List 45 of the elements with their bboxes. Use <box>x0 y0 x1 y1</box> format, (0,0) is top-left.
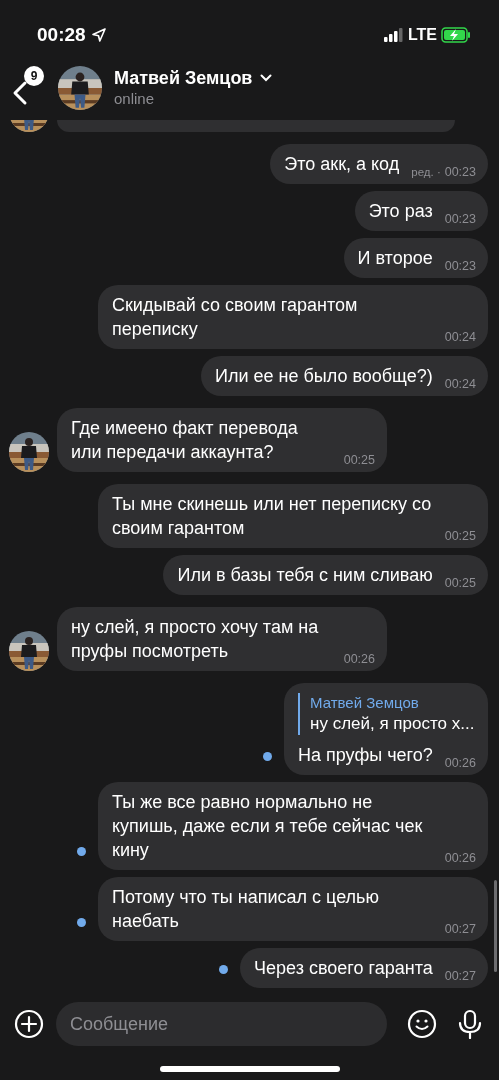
contact-name[interactable]: Матвей Земцов <box>114 67 253 89</box>
message-time: 00:26 <box>444 756 476 770</box>
message-time: 00:27 <box>444 969 476 983</box>
clock-time: 00:28 <box>37 22 86 47</box>
back-button[interactable]: 9 <box>10 66 46 110</box>
message-time: 00:23 <box>444 165 476 179</box>
message-text: ну слей, я просто хочу там на пруфы посмотреть <box>71 616 320 663</box>
message-time: 00:24 <box>444 377 476 391</box>
message-time: 00:26 <box>444 851 476 865</box>
location-arrow-icon <box>91 28 106 42</box>
microphone-button[interactable] <box>457 1009 483 1039</box>
back-icon[interactable] <box>12 80 28 106</box>
reply-author: Матвей Земцов <box>310 693 420 713</box>
message-time: 00:23 <box>444 212 476 226</box>
message-text: Или ее не было вообще?) <box>214 365 433 388</box>
chevron-down-icon[interactable] <box>260 74 273 82</box>
message-text: Или в базы тебя с ним сливаю <box>177 564 433 587</box>
message-text: Ты же все равно нормально не купишь, даже если я тебе сейчас чек кину <box>112 791 424 862</box>
unread-count-badge: 9 <box>24 66 44 86</box>
reply-text: ну слей, я просто х... <box>310 713 476 735</box>
attach-button[interactable] <box>14 1009 44 1039</box>
message-text: Скидывай со своим гарантом переписку <box>112 294 359 341</box>
message-text: Где имеено факт перевода или передачи аккаунта? <box>71 417 299 464</box>
online-status: online <box>114 89 156 109</box>
edited-label: ред. · <box>411 166 441 178</box>
message-text: И второе <box>357 247 433 270</box>
signal-icon <box>383 28 404 42</box>
message-time: 00:23 <box>444 259 476 273</box>
message-time: 00:25 <box>343 453 375 467</box>
reply-quote[interactable]: Матвей Земцов ну слей, я просто х... <box>298 693 476 735</box>
message-text: Это раз <box>368 200 433 223</box>
message-time: 00:27 <box>444 922 476 936</box>
network-label: LTE <box>407 25 437 45</box>
message-time: 00:25 <box>444 576 476 590</box>
message-text: Через своего гаранта <box>254 957 433 980</box>
message-time: 00:24 <box>444 330 476 344</box>
message-text: На пруфы чего? <box>298 744 433 767</box>
battery-charging-icon <box>441 27 471 43</box>
message-time: 00:26 <box>343 652 375 666</box>
message-input[interactable]: Сообщение <box>56 1002 387 1046</box>
emoji-button[interactable] <box>407 1009 437 1039</box>
message-text: Ты мне скинешь или нет переписку со своим гарантом <box>112 493 433 540</box>
message-text: Это акк, а код <box>284 153 400 176</box>
message-time: 00:25 <box>444 529 476 543</box>
message-text: Потому что ты написал с целью наебать <box>112 886 380 933</box>
